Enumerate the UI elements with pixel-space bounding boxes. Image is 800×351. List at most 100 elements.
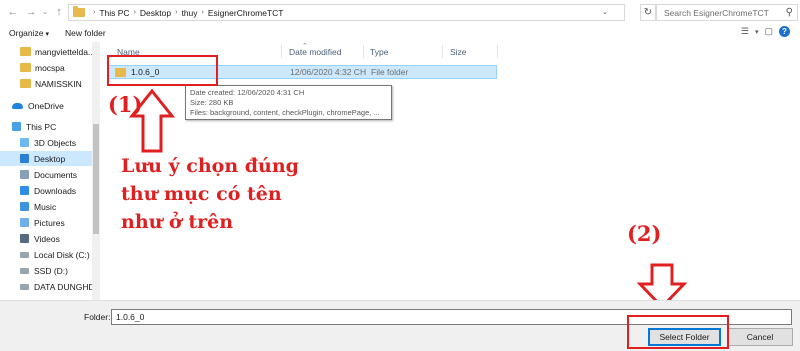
column-divider[interactable] (281, 45, 282, 58)
document-icon (20, 170, 29, 179)
file-type: File folder (371, 67, 409, 77)
folder-icon (20, 47, 31, 56)
tooltip-files: Files: background, content, checkPlugin,… (190, 108, 380, 117)
folder-label: Folder: (84, 312, 111, 322)
nav-item-downloads[interactable]: Downloads (20, 183, 101, 198)
toolbar: Organize ▾ New folder ☰ ▾ ▢ ? (0, 24, 800, 42)
nav-scrollbar[interactable] (92, 42, 100, 300)
nav-item-desktop[interactable]: Desktop (0, 151, 92, 166)
help-icon[interactable]: ? (779, 26, 790, 37)
organize-label: Organize (9, 28, 44, 38)
cube-icon (20, 138, 29, 147)
nav-item-local-disk[interactable]: Local Disk (C:) (20, 247, 101, 262)
tooltip-date-created: Date created: 12/06/2020 4:31 CH (190, 88, 305, 97)
address-box[interactable]: › This PC › Desktop › thuy › EsignerChro… (68, 4, 625, 21)
nav-item-label: mocspa (35, 62, 65, 73)
chevron-down-icon[interactable]: ⌄ (602, 5, 608, 20)
highlight-box-select-button (627, 315, 729, 349)
highlight-box-folder (107, 55, 218, 86)
column-date-modified[interactable]: Date modified (289, 47, 341, 57)
nav-item-label: Pictures (34, 217, 65, 228)
download-icon (20, 186, 29, 195)
chevron-right-icon[interactable]: › (175, 9, 177, 16)
nav-item-data-dunghd[interactable]: DATA DUNGHD (20, 279, 101, 294)
drive-icon (20, 251, 29, 258)
folder-icon (20, 63, 31, 72)
drive-icon (20, 283, 29, 290)
pictures-icon (20, 218, 29, 227)
nav-item-label: NAMISSKIN (35, 78, 82, 89)
breadcrumb-this-pc[interactable]: This PC (99, 8, 129, 18)
breadcrumb-thuy[interactable]: thuy (181, 8, 197, 18)
tooltip-size: Size: 280 KB (190, 98, 234, 107)
breadcrumb-desktop[interactable]: Desktop (140, 8, 171, 18)
column-divider[interactable] (363, 45, 364, 58)
nav-item-music[interactable]: Music (20, 199, 101, 214)
note-line: như ở trên (121, 211, 234, 233)
cloud-icon (12, 102, 23, 109)
view-options-icon[interactable]: ☰ (741, 26, 749, 37)
music-icon (20, 202, 29, 211)
drive-icon (20, 267, 29, 274)
nav-item-onedrive[interactable]: OneDrive (12, 98, 101, 113)
nav-item-3d-objects[interactable]: 3D Objects (20, 135, 101, 150)
folder-icon (20, 79, 31, 88)
file-date: 12/06/2020 4:32 CH (290, 67, 367, 77)
caret-down-icon: ▾ (45, 31, 50, 38)
column-divider[interactable] (497, 45, 498, 58)
nav-item-label: SSD (D:) (34, 265, 68, 276)
nav-item-pictures[interactable]: Pictures (20, 215, 101, 230)
column-size[interactable]: Size (450, 47, 467, 57)
search-icon: ⚲ (785, 7, 793, 18)
folder-tooltip: Date created: 12/06/2020 4:31 CH Size: 2… (185, 85, 392, 120)
view-controls: ☰ ▾ ▢ ? (741, 26, 790, 37)
up-arrow-icon (129, 88, 175, 153)
desktop-icon (20, 154, 29, 163)
search-placeholder: Search EsignerChromeTCT (664, 7, 769, 18)
nav-item-this-pc[interactable]: This PC (12, 119, 101, 134)
refresh-icon: ↻ (643, 7, 653, 18)
computer-icon (12, 122, 21, 131)
organize-button[interactable]: Organize ▾ (9, 28, 49, 38)
nav-scrollbar-thumb[interactable] (93, 124, 99, 234)
nav-item-label: 3D Objects (34, 137, 77, 148)
navigation-pane: mangviettelda... mocspa NAMISSKIN OneDri… (0, 42, 101, 300)
nav-item-ssd[interactable]: SSD (D:) (20, 263, 101, 278)
breadcrumb-current-folder[interactable]: EsignerChromeTCT (208, 8, 284, 18)
chevron-right-icon[interactable]: › (202, 9, 204, 16)
folder-icon (73, 6, 85, 17)
note-line: thư mục có tên (121, 183, 282, 205)
nav-item-label: Documents (34, 169, 77, 180)
nav-item-label: Videos (34, 233, 60, 244)
up-arrow-icon[interactable]: ↑ (50, 3, 68, 21)
back-arrow-icon[interactable]: ← (4, 3, 22, 21)
step-2-label: (2) (627, 221, 662, 246)
nav-item-label: mangviettelda... (35, 46, 96, 57)
nav-item-label: Music (34, 201, 57, 212)
chevron-right-icon[interactable]: › (93, 9, 95, 16)
nav-item-label: Desktop (34, 153, 66, 164)
nav-item-namisskin[interactable]: NAMISSKIN (20, 76, 101, 91)
nav-item-videos[interactable]: Videos (20, 231, 101, 246)
column-divider[interactable] (442, 45, 443, 58)
search-input[interactable]: Search EsignerChromeTCT ⚲ (656, 4, 798, 21)
column-type[interactable]: Type (370, 47, 388, 57)
note-line: Lưu ý chọn đúng (121, 155, 299, 177)
nav-item-label: DATA DUNGHD (34, 281, 95, 292)
caret-down-icon[interactable]: ▾ (755, 28, 759, 36)
address-row: ← → ⌄ ↑ › This PC › Desktop › thuy › Esi… (0, 0, 800, 24)
video-icon (20, 234, 29, 243)
preview-pane-icon[interactable]: ▢ (764, 26, 773, 37)
nav-item-label: Local Disk (C:) (34, 249, 90, 260)
chevron-right-icon[interactable]: › (134, 9, 136, 16)
nav-item-label: Downloads (34, 185, 77, 196)
instruction-note: Lưu ý chọn đúng thư mục có tên như ở trê… (121, 152, 341, 236)
refresh-button[interactable]: ↻ (640, 4, 656, 21)
nav-item-mocspa[interactable]: mocspa (20, 60, 101, 75)
nav-item-label: This PC (26, 121, 57, 132)
cancel-button[interactable]: Cancel (727, 328, 793, 346)
new-folder-button[interactable]: New folder (65, 28, 106, 38)
nav-item-label: OneDrive (28, 100, 64, 111)
nav-item-mangviettelda[interactable]: mangviettelda... (20, 44, 101, 59)
nav-item-documents[interactable]: Documents (20, 167, 101, 182)
